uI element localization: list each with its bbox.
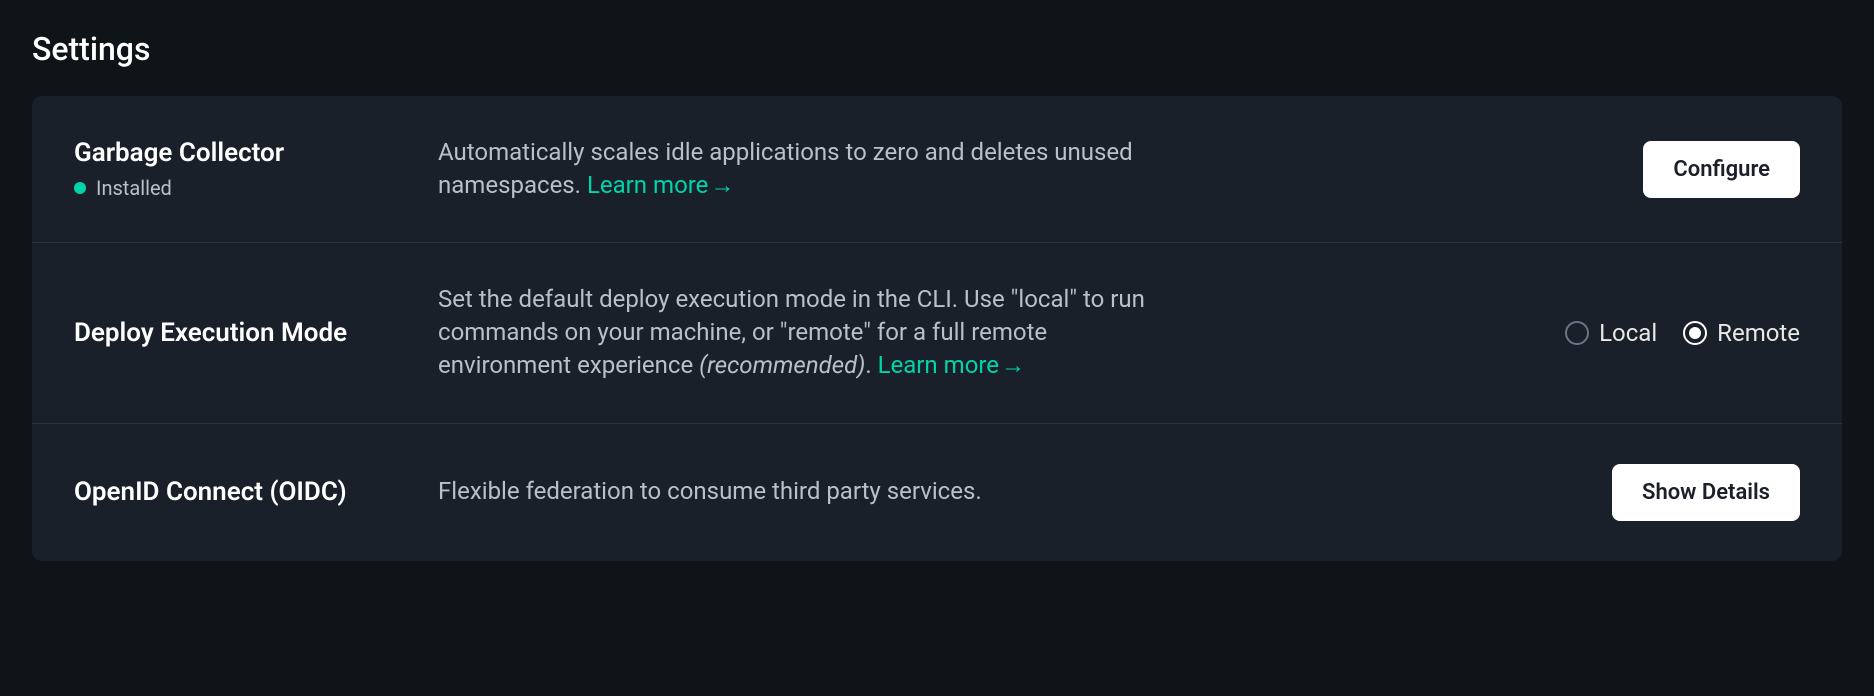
description-text: Automatically scales idle applications t… bbox=[438, 138, 1133, 199]
setting-row-deploy-mode: Deploy Execution Mode Set the default de… bbox=[32, 243, 1842, 423]
description-text: Flexible federation to consume third par… bbox=[438, 477, 982, 505]
setting-title-column: Garbage Collector Installed bbox=[74, 138, 414, 200]
description-italic: (recommended) bbox=[699, 351, 865, 379]
radio-option-local[interactable]: Local bbox=[1565, 319, 1657, 347]
page-title: Settings bbox=[32, 30, 1842, 68]
description-text-part2: . bbox=[865, 351, 877, 379]
setting-controls: Local Remote bbox=[1565, 319, 1800, 347]
setting-title: OpenID Connect (OIDC) bbox=[74, 477, 414, 507]
setting-description: Set the default deploy execution mode in… bbox=[438, 283, 1158, 382]
arrow-right-icon: → bbox=[1001, 349, 1025, 382]
arrow-right-icon: → bbox=[710, 169, 734, 202]
status-text: Installed bbox=[96, 176, 172, 200]
configure-button[interactable]: Configure bbox=[1643, 141, 1800, 198]
show-details-button[interactable]: Show Details bbox=[1612, 464, 1800, 521]
radio-label: Local bbox=[1599, 319, 1657, 347]
setting-row-garbage-collector: Garbage Collector Installed Automaticall… bbox=[32, 96, 1842, 243]
setting-row-oidc: OpenID Connect (OIDC) Flexible federatio… bbox=[32, 424, 1842, 561]
deploy-mode-radio-group: Local Remote bbox=[1565, 319, 1800, 347]
setting-controls: Configure bbox=[1643, 141, 1800, 198]
status-dot-icon bbox=[74, 182, 86, 194]
radio-circle-icon bbox=[1565, 321, 1589, 345]
setting-title: Garbage Collector bbox=[74, 138, 414, 168]
learn-more-link[interactable]: Learn more→ bbox=[587, 171, 734, 199]
radio-label: Remote bbox=[1717, 319, 1800, 347]
learn-more-link[interactable]: Learn more→ bbox=[878, 351, 1025, 379]
radio-circle-icon bbox=[1683, 321, 1707, 345]
radio-option-remote[interactable]: Remote bbox=[1683, 319, 1800, 347]
setting-title-column: OpenID Connect (OIDC) bbox=[74, 477, 414, 507]
setting-description: Flexible federation to consume third par… bbox=[438, 475, 1158, 508]
setting-description: Automatically scales idle applications t… bbox=[438, 136, 1158, 202]
status-line: Installed bbox=[74, 176, 414, 200]
setting-title: Deploy Execution Mode bbox=[74, 318, 414, 348]
radio-inner-dot-icon bbox=[1689, 327, 1701, 339]
setting-title-column: Deploy Execution Mode bbox=[74, 318, 414, 348]
settings-panel: Garbage Collector Installed Automaticall… bbox=[32, 96, 1842, 561]
setting-controls: Show Details bbox=[1612, 464, 1800, 521]
